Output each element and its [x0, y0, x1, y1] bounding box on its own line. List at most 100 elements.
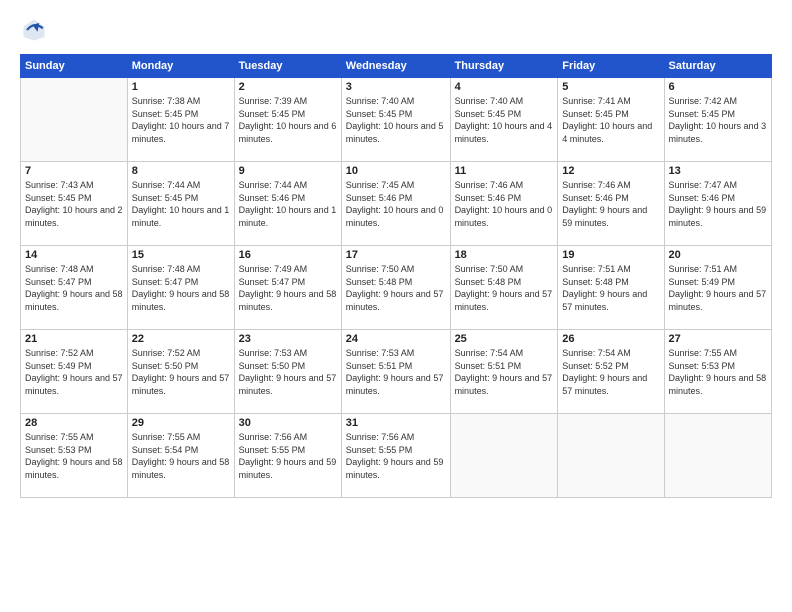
- day-info: Sunrise: 7:41 AMSunset: 5:45 PMDaylight:…: [562, 95, 659, 145]
- calendar-cell: 3Sunrise: 7:40 AMSunset: 5:45 PMDaylight…: [341, 78, 450, 162]
- calendar-week-5: 28 Sunrise: 7:55 AMSunset: 5:53 PMDayligh…: [21, 414, 772, 498]
- calendar-table: SundayMondayTuesdayWednesdayThursdayFrid…: [20, 54, 772, 498]
- calendar-cell: 28 Sunrise: 7:55 AMSunset: 5:53 PMDayligh…: [21, 414, 128, 498]
- logo: [20, 16, 52, 44]
- calendar-cell: 16Sunrise: 7:49 AMSunset: 5:47 PMDayligh…: [234, 246, 341, 330]
- calendar-cell: 7 Sunrise: 7:43 AMSunset: 5:45 PMDaylight…: [21, 162, 128, 246]
- day-number: 9: [239, 165, 337, 177]
- calendar-cell: 1 Sunrise: 7:38 AMSunset: 5:45 PMDaylight…: [127, 78, 234, 162]
- calendar-cell: 31 Sunrise: 7:56 AMSunset: 5:55 PMDayligh…: [341, 414, 450, 498]
- calendar-week-3: 14 Sunrise: 7:48 AMSunset: 5:47 PMDayligh…: [21, 246, 772, 330]
- calendar-cell: 18 Sunrise: 7:50 AMSunset: 5:48 PMDayligh…: [450, 246, 558, 330]
- calendar-cell: 15 Sunrise: 7:48 AMSunset: 5:47 PMDayligh…: [127, 246, 234, 330]
- calendar-header-thursday: Thursday: [450, 55, 558, 78]
- calendar-cell: 21 Sunrise: 7:52 AMSunset: 5:49 PMDayligh…: [21, 330, 128, 414]
- day-number: 14: [25, 249, 123, 261]
- calendar-cell: 6 Sunrise: 7:42 AMSunset: 5:45 PMDaylight…: [664, 78, 771, 162]
- day-number: 23: [239, 333, 337, 345]
- day-number: 1: [132, 81, 230, 93]
- day-number: 24: [346, 333, 446, 345]
- day-number: 4: [455, 81, 554, 93]
- header: [20, 16, 772, 44]
- day-info: Sunrise: 7:49 AMSunset: 5:47 PMDaylight:…: [239, 263, 337, 313]
- calendar-cell: 5 Sunrise: 7:41 AMSunset: 5:45 PMDaylight…: [558, 78, 664, 162]
- day-info: Sunrise: 7:43 AMSunset: 5:45 PMDaylight:…: [25, 179, 123, 229]
- day-info: Sunrise: 7:55 AMSunset: 5:54 PMDaylight:…: [132, 431, 230, 481]
- day-info: Sunrise: 7:51 AMSunset: 5:49 PMDaylight:…: [669, 263, 767, 313]
- day-info: Sunrise: 7:56 AMSunset: 5:55 PMDaylight:…: [346, 431, 446, 481]
- day-info: Sunrise: 7:40 AMSunset: 5:45 PMDaylight:…: [455, 95, 554, 145]
- calendar-cell: [664, 414, 771, 498]
- day-info: Sunrise: 7:39 AMSunset: 5:45 PMDaylight:…: [239, 95, 337, 145]
- day-number: 22: [132, 333, 230, 345]
- logo-icon: [20, 16, 48, 44]
- day-number: 28: [25, 417, 123, 429]
- day-number: 19: [562, 249, 659, 261]
- day-info: Sunrise: 7:47 AMSunset: 5:46 PMDaylight:…: [669, 179, 767, 229]
- day-number: 21: [25, 333, 123, 345]
- calendar-cell: 10 Sunrise: 7:45 AMSunset: 5:46 PMDayligh…: [341, 162, 450, 246]
- day-number: 27: [669, 333, 767, 345]
- calendar-cell: 2 Sunrise: 7:39 AMSunset: 5:45 PMDaylight…: [234, 78, 341, 162]
- day-info: Sunrise: 7:44 AMSunset: 5:45 PMDaylight:…: [132, 179, 230, 229]
- day-info: Sunrise: 7:50 AMSunset: 5:48 PMDaylight:…: [346, 263, 446, 313]
- calendar-cell: 30Sunrise: 7:56 AMSunset: 5:55 PMDayligh…: [234, 414, 341, 498]
- day-info: Sunrise: 7:46 AMSunset: 5:46 PMDaylight:…: [562, 179, 659, 229]
- day-info: Sunrise: 7:55 AMSunset: 5:53 PMDaylight:…: [669, 347, 767, 397]
- day-info: Sunrise: 7:46 AMSunset: 5:46 PMDaylight:…: [455, 179, 554, 229]
- calendar-header-monday: Monday: [127, 55, 234, 78]
- calendar-week-2: 7 Sunrise: 7:43 AMSunset: 5:45 PMDaylight…: [21, 162, 772, 246]
- day-number: 11: [455, 165, 554, 177]
- calendar-header-row: SundayMondayTuesdayWednesdayThursdayFrid…: [21, 55, 772, 78]
- calendar-header-sunday: Sunday: [21, 55, 128, 78]
- day-number: 25: [455, 333, 554, 345]
- calendar-week-4: 21 Sunrise: 7:52 AMSunset: 5:49 PMDayligh…: [21, 330, 772, 414]
- day-number: 7: [25, 165, 123, 177]
- calendar-cell: 24 Sunrise: 7:53 AMSunset: 5:51 PMDayligh…: [341, 330, 450, 414]
- day-number: 31: [346, 417, 446, 429]
- calendar-cell: [21, 78, 128, 162]
- calendar-cell: 11 Sunrise: 7:46 AMSunset: 5:46 PMDayligh…: [450, 162, 558, 246]
- day-info: Sunrise: 7:53 AMSunset: 5:50 PMDaylight:…: [239, 347, 337, 397]
- day-info: Sunrise: 7:44 AMSunset: 5:46 PMDaylight:…: [239, 179, 337, 229]
- day-number: 13: [669, 165, 767, 177]
- day-number: 2: [239, 81, 337, 93]
- calendar-week-1: 1 Sunrise: 7:38 AMSunset: 5:45 PMDaylight…: [21, 78, 772, 162]
- day-number: 26: [562, 333, 659, 345]
- calendar-cell: 9 Sunrise: 7:44 AMSunset: 5:46 PMDaylight…: [234, 162, 341, 246]
- day-info: Sunrise: 7:50 AMSunset: 5:48 PMDaylight:…: [455, 263, 554, 313]
- day-number: 15: [132, 249, 230, 261]
- calendar-cell: 23 Sunrise: 7:53 AMSunset: 5:50 PMDayligh…: [234, 330, 341, 414]
- calendar-cell: [558, 414, 664, 498]
- calendar-cell: 29 Sunrise: 7:55 AMSunset: 5:54 PMDayligh…: [127, 414, 234, 498]
- day-number: 10: [346, 165, 446, 177]
- calendar-cell: 8 Sunrise: 7:44 AMSunset: 5:45 PMDaylight…: [127, 162, 234, 246]
- day-info: Sunrise: 7:45 AMSunset: 5:46 PMDaylight:…: [346, 179, 446, 229]
- day-info: Sunrise: 7:52 AMSunset: 5:49 PMDaylight:…: [25, 347, 123, 397]
- day-info: Sunrise: 7:48 AMSunset: 5:47 PMDaylight:…: [132, 263, 230, 313]
- calendar-cell: 17Sunrise: 7:50 AMSunset: 5:48 PMDayligh…: [341, 246, 450, 330]
- day-info: Sunrise: 7:53 AMSunset: 5:51 PMDaylight:…: [346, 347, 446, 397]
- calendar-cell: 13 Sunrise: 7:47 AMSunset: 5:46 PMDayligh…: [664, 162, 771, 246]
- calendar-header-wednesday: Wednesday: [341, 55, 450, 78]
- calendar-cell: 4 Sunrise: 7:40 AMSunset: 5:45 PMDaylight…: [450, 78, 558, 162]
- day-info: Sunrise: 7:40 AMSunset: 5:45 PMDaylight:…: [346, 95, 446, 145]
- day-number: 29: [132, 417, 230, 429]
- day-info: Sunrise: 7:55 AMSunset: 5:53 PMDaylight:…: [25, 431, 123, 481]
- calendar-cell: 14 Sunrise: 7:48 AMSunset: 5:47 PMDayligh…: [21, 246, 128, 330]
- page: SundayMondayTuesdayWednesdayThursdayFrid…: [0, 0, 792, 612]
- day-info: Sunrise: 7:56 AMSunset: 5:55 PMDaylight:…: [239, 431, 337, 481]
- day-number: 5: [562, 81, 659, 93]
- day-info: Sunrise: 7:54 AMSunset: 5:52 PMDaylight:…: [562, 347, 659, 397]
- day-info: Sunrise: 7:51 AMSunset: 5:48 PMDaylight:…: [562, 263, 659, 313]
- day-number: 18: [455, 249, 554, 261]
- day-info: Sunrise: 7:38 AMSunset: 5:45 PMDaylight:…: [132, 95, 230, 145]
- day-number: 20: [669, 249, 767, 261]
- day-info: Sunrise: 7:42 AMSunset: 5:45 PMDaylight:…: [669, 95, 767, 145]
- day-number: 6: [669, 81, 767, 93]
- day-info: Sunrise: 7:54 AMSunset: 5:51 PMDaylight:…: [455, 347, 554, 397]
- day-info: Sunrise: 7:48 AMSunset: 5:47 PMDaylight:…: [25, 263, 123, 313]
- calendar-cell: 26 Sunrise: 7:54 AMSunset: 5:52 PMDayligh…: [558, 330, 664, 414]
- calendar-header-saturday: Saturday: [664, 55, 771, 78]
- day-number: 8: [132, 165, 230, 177]
